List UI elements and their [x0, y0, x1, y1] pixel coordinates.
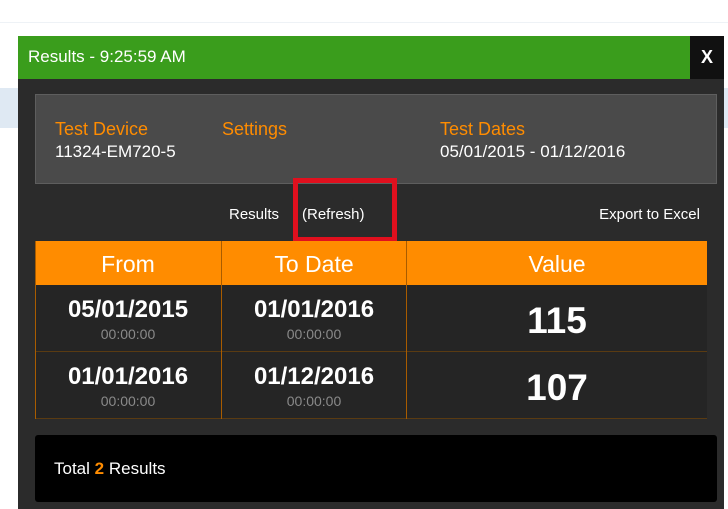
- row-divider: [35, 418, 707, 419]
- column-divider: [35, 241, 36, 419]
- header-value[interactable]: Value: [407, 241, 707, 285]
- from-time: 00:00:00: [100, 326, 156, 342]
- header-to-date[interactable]: To Date: [222, 241, 406, 285]
- result-value: 107: [526, 367, 588, 408]
- test-info-panel: Test Device 11324-EM720-5 Settings Test …: [35, 94, 717, 184]
- total-count: 2: [94, 459, 105, 478]
- results-dialog: Results - 9:25:59 AM X Test Device 11324…: [18, 36, 724, 509]
- settings-link[interactable]: Settings: [222, 119, 287, 139]
- total-suffix: Results: [108, 459, 166, 478]
- background-divider: [0, 22, 728, 23]
- dialog-titlebar: Results - 9:25:59 AM X: [18, 36, 724, 79]
- results-footer: Total 2 Results: [35, 435, 717, 502]
- close-button[interactable]: X: [690, 36, 724, 79]
- test-dates-value: 05/01/2015 - 01/12/2016: [440, 142, 626, 161]
- to-date: 01/12/2016: [253, 363, 375, 390]
- test-device-label: Test Device: [55, 119, 149, 139]
- from-time: 00:00:00: [100, 393, 156, 409]
- column-divider: [221, 241, 222, 419]
- from-date: 05/01/2015: [67, 296, 189, 323]
- test-device-value: 11324-EM720-5: [55, 142, 176, 161]
- from-date: 01/01/2016: [67, 363, 189, 390]
- to-time: 00:00:00: [286, 326, 342, 342]
- results-label: Results: [229, 206, 280, 223]
- refresh-highlight-box: [293, 178, 397, 242]
- total-results-text: Total 2 Results: [54, 459, 166, 479]
- dialog-title: Results - 9:25:59 AM: [28, 47, 186, 66]
- test-dates-label: Test Dates: [440, 119, 526, 139]
- result-value: 115: [527, 300, 587, 341]
- to-time: 00:00:00: [286, 393, 342, 409]
- table-row[interactable]: 05/01/2015 00:00:00 01/01/2016 00:00:00 …: [35, 285, 707, 351]
- table-row[interactable]: 01/01/2016 00:00:00 01/12/2016 00:00:00 …: [35, 352, 707, 418]
- column-divider: [406, 241, 407, 419]
- to-date: 01/01/2016: [253, 296, 375, 323]
- total-prefix: Total: [54, 459, 90, 478]
- table-header: From To Date Value: [35, 241, 707, 285]
- export-to-excel-link[interactable]: Export to Excel: [599, 206, 700, 224]
- header-from[interactable]: From: [35, 241, 221, 285]
